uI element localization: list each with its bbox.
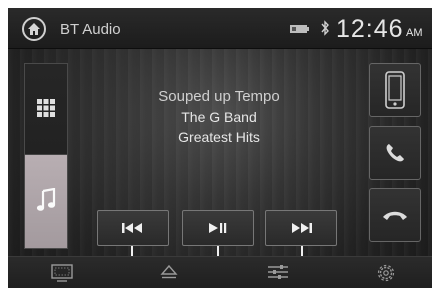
source-title: BT Audio: [60, 21, 121, 38]
home-button[interactable]: [22, 17, 46, 41]
music-button[interactable]: [25, 155, 67, 248]
clock-time: 12:46: [336, 15, 404, 43]
skip-back-icon: [122, 223, 142, 233]
phone-battery-icon: [290, 25, 309, 33]
apps-grid-button[interactable]: [25, 64, 67, 155]
left-source-panel: [24, 63, 68, 249]
display-icon[interactable]: [51, 264, 73, 282]
bluetooth-icon: [321, 20, 329, 36]
head-unit-screen: BT Audio 12:46 AM Souped up Tempo The G …: [8, 8, 432, 288]
clock-ampm: AM: [406, 27, 423, 39]
previous-track-button[interactable]: [97, 210, 169, 246]
album-name: Greatest Hits: [178, 129, 260, 145]
eject-icon[interactable]: [160, 264, 178, 280]
music-note-icon: [36, 188, 56, 211]
settings-gear-icon[interactable]: [377, 264, 395, 282]
phone-device-button[interactable]: [369, 63, 421, 117]
play-pause-icon: [209, 223, 227, 233]
next-track-button[interactable]: [265, 210, 337, 246]
song-title: Souped up Tempo: [158, 88, 280, 105]
grid-icon: [37, 99, 55, 117]
skip-forward-icon: [292, 223, 312, 233]
hang-up-icon: [383, 211, 407, 220]
bottom-bar: [8, 256, 432, 288]
handset-icon: [386, 144, 404, 162]
equalizer-icon[interactable]: [267, 264, 289, 280]
smartphone-icon: [385, 71, 405, 109]
play-pause-button[interactable]: [182, 210, 254, 246]
home-icon: [28, 23, 40, 35]
call-button[interactable]: [369, 126, 421, 180]
end-call-button[interactable]: [369, 188, 421, 242]
status-bar: BT Audio 12:46 AM: [8, 8, 432, 49]
artist-name: The G Band: [181, 109, 257, 125]
